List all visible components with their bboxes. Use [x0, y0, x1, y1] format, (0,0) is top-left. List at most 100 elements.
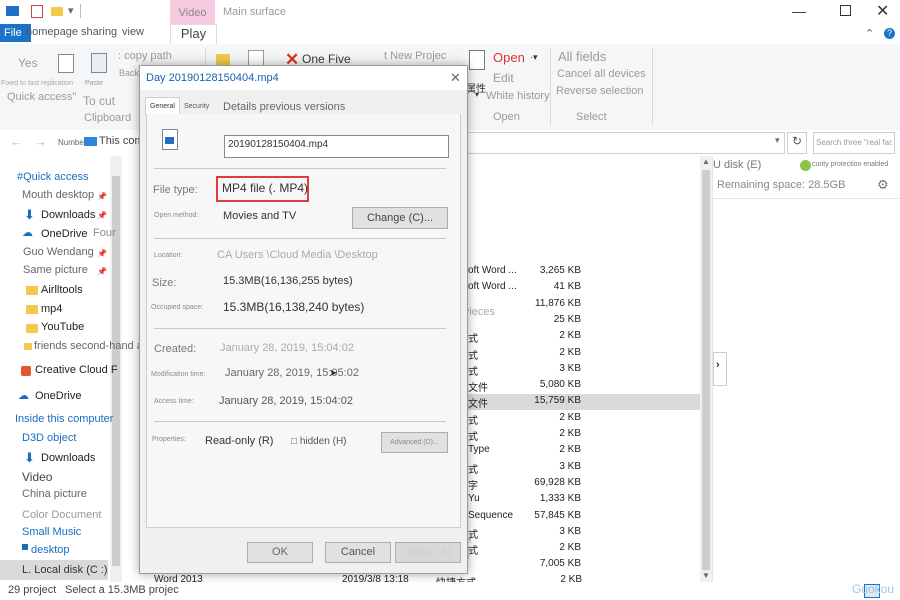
copy-icon[interactable]: [58, 54, 74, 73]
quick-access-header[interactable]: #Quick access: [17, 171, 89, 183]
list-row-name[interactable]: Sequence: [468, 510, 513, 521]
nav-guo-wendang[interactable]: Guo Wendang: [23, 246, 94, 258]
recent-locations-label[interactable]: Number: [58, 138, 86, 147]
open-dropdown-icon[interactable]: ·▾: [530, 52, 538, 63]
tab-security[interactable]: Security: [184, 103, 209, 110]
rename-button[interactable]: One Five: [302, 52, 351, 66]
forward-arrow-icon[interactable]: →: [34, 134, 47, 149]
pin-yes-label[interactable]: Yes: [18, 56, 38, 70]
divider: [154, 168, 446, 169]
list-row-name[interactable]: 文件: [468, 395, 488, 410]
nav-china-picture[interactable]: China picture: [22, 488, 87, 500]
address-dropdown-icon[interactable]: ▾: [775, 135, 780, 146]
ok-button[interactable]: OK: [247, 542, 313, 563]
ribbon-collapse-icon[interactable]: ⌃: [865, 27, 874, 40]
list-row-name[interactable]: 式: [468, 330, 478, 345]
nav-downloads-2[interactable]: Downloads: [41, 452, 95, 464]
details-pane: U disk (E) curity protection enabled Rem…: [712, 156, 900, 582]
select-none-button[interactable]: Cancel all devices: [557, 68, 646, 80]
to-cut-button[interactable]: To cut: [83, 94, 115, 108]
hidden-checkbox[interactable]: □ hidden (H): [291, 436, 347, 447]
list-row-name[interactable]: 文件: [468, 379, 488, 394]
nav-desktop[interactable]: desktop: [31, 544, 70, 556]
open-method-value: Movies and TV: [223, 210, 297, 222]
address-bar[interactable]: [465, 132, 785, 154]
settings-gear-icon[interactable]: ⚙: [877, 177, 889, 193]
nav-small-music[interactable]: Small Music: [22, 526, 81, 538]
new-project-button[interactable]: t New Projec: [384, 50, 446, 62]
properties-dropdown-icon[interactable]: ▾: [475, 90, 479, 99]
change-button[interactable]: Change (C)...: [352, 207, 448, 229]
nav-mp4[interactable]: mp4: [41, 303, 62, 315]
nav-mouth-desktop[interactable]: Mouth desktop: [22, 189, 94, 201]
list-row-name[interactable]: 字: [468, 477, 478, 492]
list-row-name[interactable]: Yu: [468, 493, 480, 504]
close-icon[interactable]: ✕: [876, 1, 889, 21]
readonly-checkbox[interactable]: Read-only (R): [205, 435, 273, 447]
list-row-name[interactable]: Type: [468, 444, 490, 455]
cancel-button[interactable]: Cancel: [325, 542, 391, 563]
properties-check-icon[interactable]: [31, 5, 43, 18]
tab-details[interactable]: Details previous versions: [223, 101, 345, 113]
list-row-name[interactable]: oft Word ...: [468, 281, 517, 292]
chevron-right-icon[interactable]: ›: [716, 359, 720, 371]
list-scroll-thumb[interactable]: [702, 170, 710, 570]
refresh-icon[interactable]: ↻: [792, 134, 802, 148]
back-arrow-icon[interactable]: ←: [10, 134, 23, 149]
mouse-cursor-icon: ➤: [329, 368, 338, 379]
history-button[interactable]: White history: [486, 90, 550, 102]
security-shield-icon: [800, 160, 811, 171]
nav-youtube[interactable]: YouTube: [41, 321, 84, 333]
edit-button[interactable]: Edit: [493, 71, 514, 85]
tab-sharing[interactable]: sharing: [81, 26, 117, 38]
onedrive-cloud-icon: ☁: [18, 390, 29, 402]
nav-downloads[interactable]: Downloads: [41, 209, 95, 221]
properties-icon[interactable]: [469, 50, 485, 70]
list-row-name[interactable]: 式: [468, 461, 478, 476]
access-value: January 28, 2019, 15:04:02: [219, 395, 353, 407]
invert-selection-button[interactable]: Reverse selection: [556, 85, 643, 97]
copy-path-button[interactable]: : copy path: [118, 50, 172, 62]
list-row-size: 3,265 KB: [539, 265, 581, 276]
scroll-down-icon[interactable]: ▼: [702, 571, 710, 580]
nav-local-disk[interactable]: L. Local disk (C :): [22, 564, 108, 576]
list-row-name[interactable]: 式: [468, 412, 478, 427]
list-row-name[interactable]: 式: [468, 363, 478, 378]
nav-inside-computer[interactable]: Inside this computer: [15, 413, 113, 425]
new-folder-icon[interactable]: [51, 7, 63, 16]
qat-dropdown-icon[interactable]: ▾: [68, 4, 74, 17]
tab-general[interactable]: General: [145, 97, 180, 115]
select-all-button[interactable]: All fields: [558, 49, 606, 64]
list-row-name[interactable]: 式: [468, 542, 478, 557]
advanced-button[interactable]: Advanced (D)...: [381, 432, 448, 453]
tab-view[interactable]: view: [122, 26, 144, 38]
open-button[interactable]: Open: [493, 50, 525, 65]
paste-icon[interactable]: [91, 53, 107, 73]
pin-icon: 📌: [97, 211, 107, 220]
nav-onedrive-2[interactable]: OneDrive: [35, 390, 81, 402]
list-row-name[interactable]: 式: [468, 526, 478, 541]
apply-button[interactable]: Apply (A): [395, 542, 461, 563]
help-icon[interactable]: ?: [884, 28, 895, 39]
window-titlebar: ▾ Video tools Main surface — ✕: [0, 0, 900, 45]
tab-homepage[interactable]: homepage: [26, 26, 78, 38]
nav-same-picture[interactable]: Same picture: [23, 264, 88, 276]
folder-icon: [26, 286, 38, 295]
nav-3d-objects[interactable]: D3D object: [22, 432, 76, 444]
minimize-icon[interactable]: —: [792, 3, 806, 19]
remaining-space: Remaining space: 28.5GB: [717, 179, 846, 191]
list-row-name[interactable]: 式: [468, 347, 478, 362]
occupied-label: Occupied space:: [151, 304, 204, 311]
list-row-name[interactable]: oft Word ...: [468, 265, 517, 276]
maximize-icon[interactable]: [840, 5, 851, 16]
nav-airltools[interactable]: Airlltools: [41, 284, 83, 296]
nav-creative-cloud[interactable]: Creative Cloud F: [35, 364, 118, 376]
tab-play[interactable]: Play: [170, 24, 217, 45]
nav-color-document[interactable]: Color Document: [22, 509, 101, 521]
list-row-size: 3 KB: [559, 460, 581, 472]
scroll-up-icon[interactable]: ▲: [702, 157, 710, 166]
dialog-close-icon[interactable]: ✕: [450, 70, 461, 86]
list-row-name[interactable]: 式: [468, 428, 478, 443]
nav-video[interactable]: Video: [22, 470, 52, 484]
nav-onedrive[interactable]: OneDrive: [41, 228, 87, 240]
